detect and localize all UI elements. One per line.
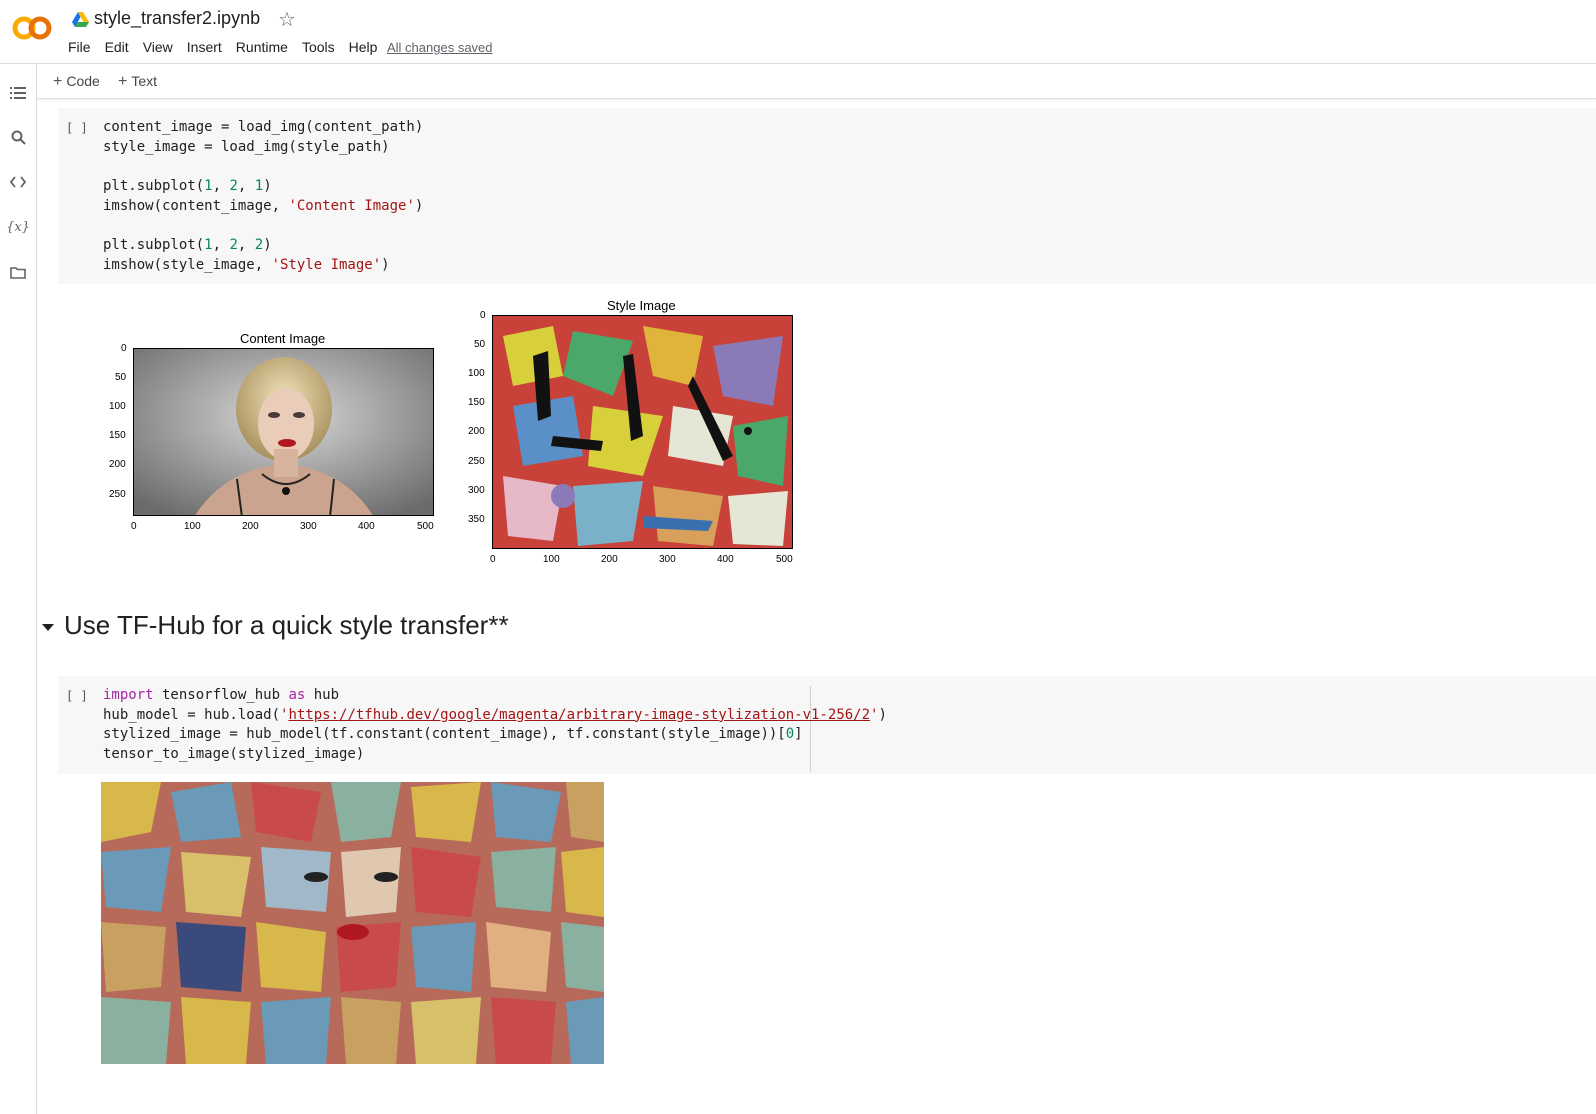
plus-icon: + xyxy=(53,73,63,90)
menu-bar: File Edit View Insert Runtime Tools Help xyxy=(68,39,391,55)
add-code-cell-button[interactable]: + Code xyxy=(53,73,100,91)
y-tick: 0 xyxy=(480,310,486,321)
collapse-section-icon[interactable] xyxy=(42,624,54,631)
code-line: plt.subplot(1, 2, 1) xyxy=(103,178,272,195)
menu-insert[interactable]: Insert xyxy=(187,39,222,55)
x-tick: 100 xyxy=(543,554,560,565)
stylized-image-pattern xyxy=(101,782,604,1064)
menu-file[interactable]: File xyxy=(68,39,91,55)
x-tick: 0 xyxy=(490,554,496,565)
search-icon[interactable] xyxy=(9,128,27,146)
x-tick: 300 xyxy=(659,554,676,565)
files-folder-icon[interactable] xyxy=(9,263,27,281)
code-snippets-icon[interactable] xyxy=(9,173,27,191)
save-status-link[interactable]: All changes saved xyxy=(387,40,493,55)
x-tick: 500 xyxy=(776,554,793,565)
y-tick: 200 xyxy=(109,459,126,470)
y-tick: 200 xyxy=(468,426,485,437)
x-tick: 0 xyxy=(131,521,137,532)
y-tick: 250 xyxy=(109,489,126,500)
style-image xyxy=(492,315,793,549)
add-text-label: Text xyxy=(131,73,158,89)
header: style_transfer2.ipynb ☆ File Edit View I… xyxy=(0,0,1596,64)
style-image-abstract xyxy=(493,316,792,548)
code-line: hub_model = hub.load('https://tfhub.dev/… xyxy=(103,706,887,723)
notebook-title[interactable]: style_transfer2.ipynb xyxy=(94,8,260,29)
code-editor[interactable]: content_image = load_img(content_path) s… xyxy=(103,118,423,276)
code-cell-2[interactable]: [ ] import tensorflow_hub as hub hub_mod… xyxy=(58,676,1596,774)
code-line: import tensorflow_hub as hub xyxy=(103,687,340,703)
content-image xyxy=(133,348,434,516)
x-tick: 400 xyxy=(717,554,734,565)
code-cell-1[interactable]: [ ] content_image = load_img(content_pat… xyxy=(58,108,1596,284)
y-tick: 300 xyxy=(468,485,485,496)
plus-icon: + xyxy=(118,73,128,90)
code-line: stylized_image = hub_model(tf.constant(c… xyxy=(103,726,803,743)
y-tick: 100 xyxy=(109,401,126,412)
x-tick: 100 xyxy=(184,521,201,532)
code-line: plt.subplot(1, 2, 2) xyxy=(103,237,272,254)
style-image-title: Style Image xyxy=(607,298,676,313)
y-tick: 150 xyxy=(109,430,126,441)
x-tick: 300 xyxy=(300,521,317,532)
y-tick: 50 xyxy=(474,339,486,350)
add-code-label: Code xyxy=(66,73,100,89)
code-line: content_image = load_img(content_path) xyxy=(103,119,424,135)
y-tick: 0 xyxy=(121,343,127,354)
x-tick: 500 xyxy=(417,521,434,532)
menu-help[interactable]: Help xyxy=(349,39,378,55)
tfhub-url-link[interactable]: https://tfhub.dev/google/magenta/arbitra… xyxy=(288,707,870,723)
left-sidebar: {x} xyxy=(0,64,37,1114)
y-tick: 250 xyxy=(468,456,485,467)
menu-view[interactable]: View xyxy=(143,39,173,55)
code-line: tensor_to_image(stylized_image) xyxy=(103,746,365,763)
content-image-portrait xyxy=(134,349,433,515)
x-tick: 200 xyxy=(601,554,618,565)
y-tick: 50 xyxy=(115,372,127,383)
menu-tools[interactable]: Tools xyxy=(302,39,335,55)
menu-runtime[interactable]: Runtime xyxy=(236,39,288,55)
stylized-output-image xyxy=(101,782,604,1064)
star-icon[interactable]: ☆ xyxy=(278,7,296,32)
code-line: imshow(style_image, 'Style Image') xyxy=(103,256,390,273)
code-line: imshow(content_image, 'Content Image') xyxy=(103,197,424,214)
menu-edit[interactable]: Edit xyxy=(105,39,129,55)
x-tick: 400 xyxy=(358,521,375,532)
variables-icon[interactable]: {x} xyxy=(6,218,30,236)
y-tick: 150 xyxy=(468,397,485,408)
section-heading[interactable]: Use TF-Hub for a quick style transfer** xyxy=(64,610,509,641)
add-text-cell-button[interactable]: + Text xyxy=(118,73,157,91)
table-of-contents-icon[interactable] xyxy=(9,84,27,102)
x-tick: 200 xyxy=(242,521,259,532)
notebook-toolbar: + Code + Text xyxy=(37,64,1596,99)
content-image-title: Content Image xyxy=(240,331,326,346)
colab-logo-icon[interactable] xyxy=(10,12,54,44)
code-editor[interactable]: import tensorflow_hub as hub hub_model =… xyxy=(103,686,887,765)
y-tick: 100 xyxy=(468,368,485,379)
code-line: style_image = load_img(style_path) xyxy=(103,138,390,155)
run-cell-button[interactable]: [ ] xyxy=(66,689,88,703)
google-drive-icon[interactable] xyxy=(72,12,89,27)
y-tick: 350 xyxy=(468,514,485,525)
run-cell-button[interactable]: [ ] xyxy=(66,121,88,135)
